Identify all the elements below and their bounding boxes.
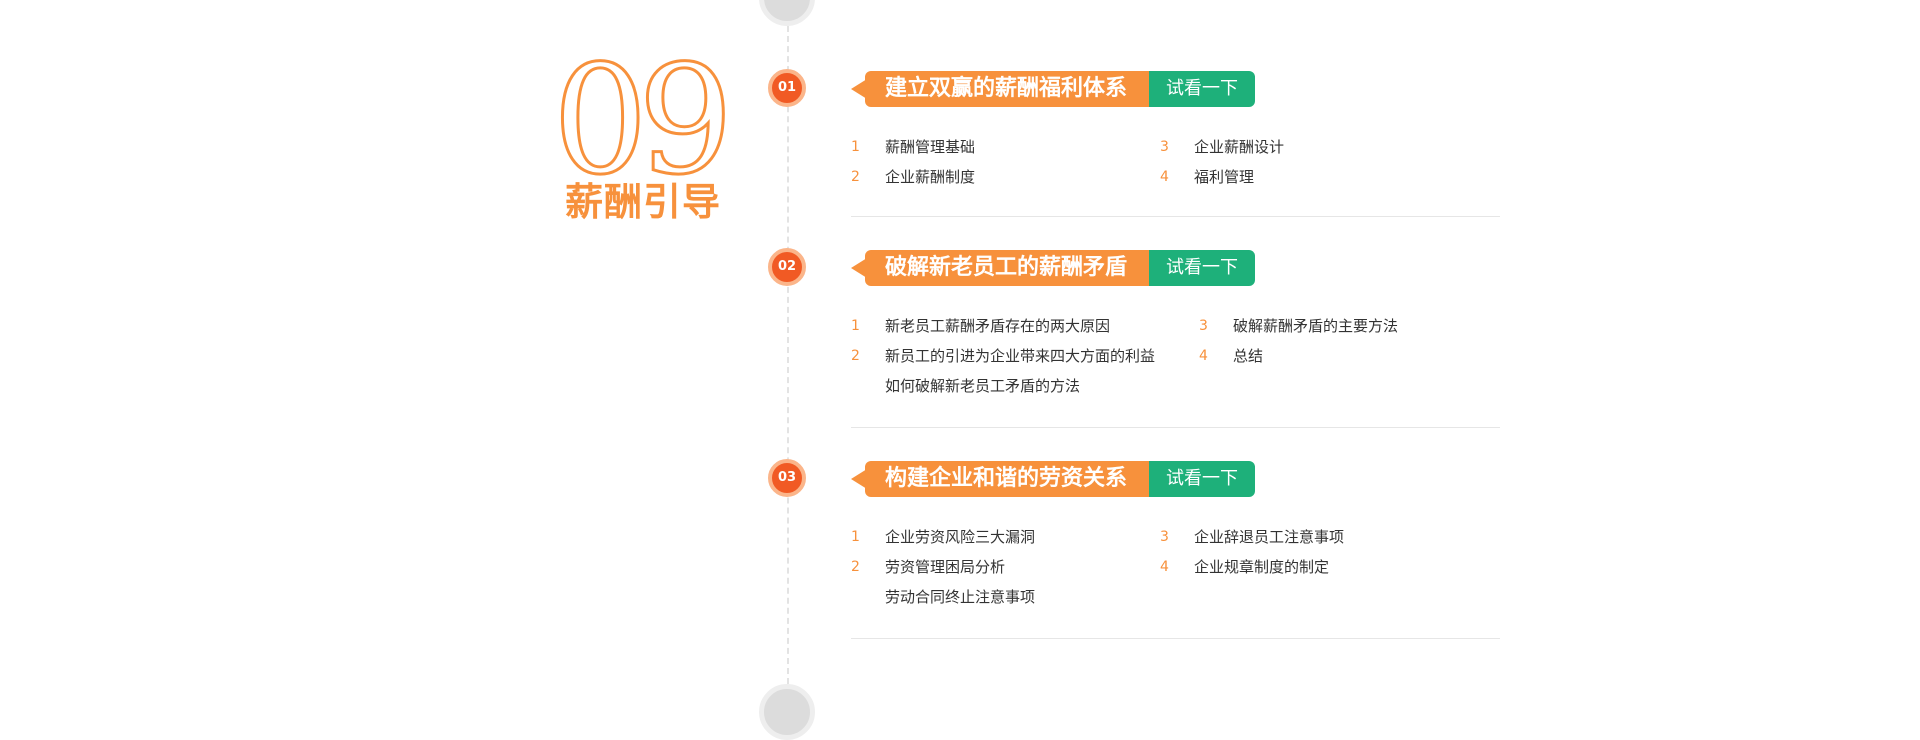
item-text: 企业薪酬设计: [1194, 138, 1285, 156]
item-text: 薪酬管理基础: [885, 138, 976, 156]
banner-pointer-icon: [851, 258, 867, 278]
item-text: 企业劳资风险三大漏洞: [885, 528, 1036, 546]
item-text: 劳动合同终止注意事项: [885, 588, 1036, 606]
section-title-banner: 建立双赢的薪酬福利体系: [851, 71, 1150, 107]
item-text: 企业辞退员工注意事项: [1194, 528, 1345, 546]
item-number: 3: [1160, 139, 1169, 155]
item-text: 破解薪酬矛盾的主要方法: [1233, 317, 1399, 335]
banner-pointer-icon: [851, 469, 867, 489]
section-title-banner: 破解新老员工的薪酬矛盾: [851, 250, 1150, 286]
item-text: 企业规章制度的制定: [1194, 558, 1330, 576]
section-title: 破解新老员工的薪酬矛盾: [885, 255, 1128, 280]
section-header: 构建企业和谐的劳资关系 试看一下: [851, 461, 1256, 497]
section-divider: [851, 427, 1500, 428]
item-text: 新老员工薪酬矛盾存在的两大原因: [885, 317, 1111, 335]
item-number: 4: [1199, 348, 1208, 364]
item-number: 3: [1160, 529, 1169, 545]
item-text: 劳资管理困局分析: [885, 558, 1006, 576]
chapter-title: 薪酬引导: [564, 180, 721, 224]
item-number: 3: [1199, 318, 1208, 334]
item-number: 1: [851, 318, 860, 334]
step-dot-01: 01: [768, 69, 806, 107]
item-number: 2: [851, 348, 860, 364]
item-number: 1: [851, 139, 860, 155]
try-preview-button[interactable]: 试看一下: [1149, 250, 1256, 286]
item-text: 新员工的引进为企业带来四大方面的利益: [885, 347, 1156, 365]
section-header: 破解新老员工的薪酬矛盾 试看一下: [851, 250, 1256, 286]
item-number: 2: [851, 169, 860, 185]
chapter-number: 09: [551, 34, 735, 208]
item-text: 福利管理: [1194, 168, 1255, 186]
banner-pointer-icon: [851, 79, 867, 99]
section-divider: [851, 216, 1500, 217]
item-number: 1: [851, 529, 860, 545]
try-preview-button[interactable]: 试看一下: [1149, 71, 1256, 107]
section-title: 建立双赢的薪酬福利体系: [885, 76, 1128, 101]
timeline-bottom-cap-icon: [759, 684, 815, 740]
item-number: 4: [1160, 169, 1169, 185]
section-header: 建立双赢的薪酬福利体系 试看一下: [851, 71, 1256, 107]
step-dot-02: 02: [768, 248, 806, 286]
item-text: 企业薪酬制度: [885, 168, 976, 186]
try-preview-button[interactable]: 试看一下: [1149, 461, 1256, 497]
timeline-top-cap-icon: [759, 0, 815, 26]
item-number: 2: [851, 559, 860, 575]
section-title: 构建企业和谐的劳资关系: [885, 466, 1128, 491]
section-divider: [851, 638, 1500, 639]
section-title-banner: 构建企业和谐的劳资关系: [851, 461, 1150, 497]
step-dot-03: 03: [768, 459, 806, 497]
timeline-line: [787, 16, 789, 684]
item-text: 总结: [1233, 347, 1264, 365]
item-number: 4: [1160, 559, 1169, 575]
item-text: 如何破解新老员工矛盾的方法: [885, 377, 1081, 395]
